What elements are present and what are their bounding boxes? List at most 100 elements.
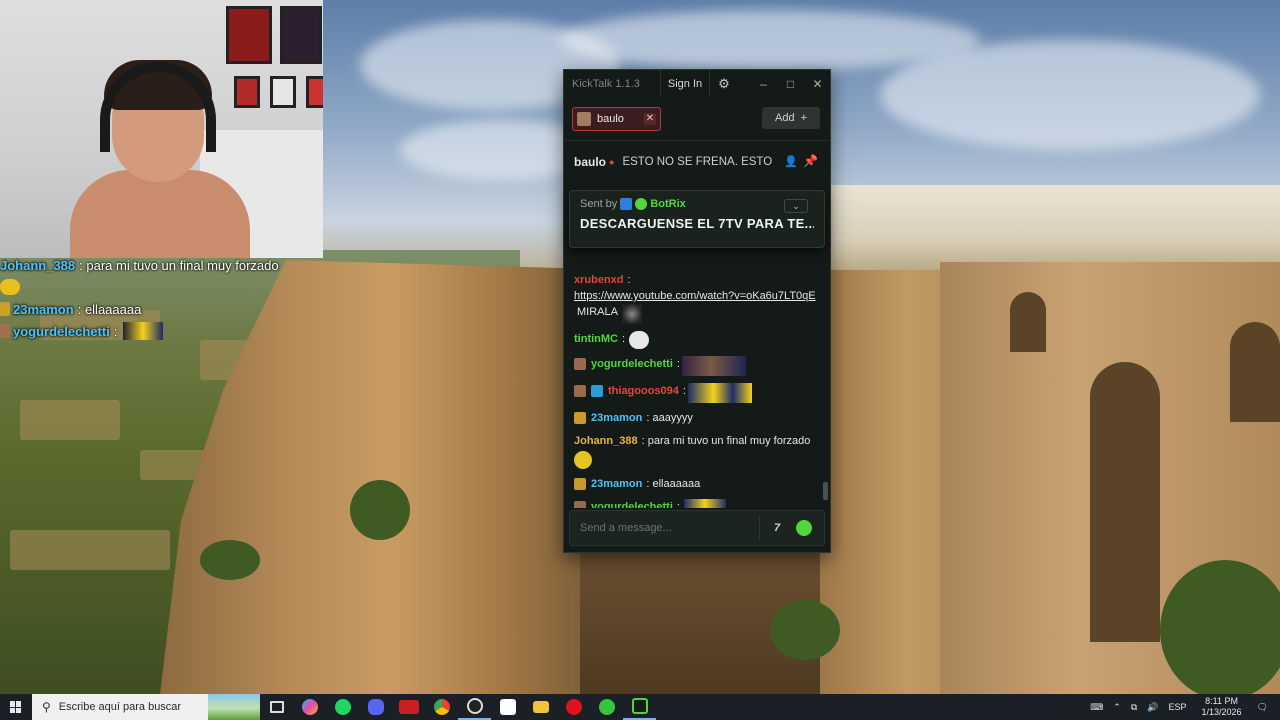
chat-username[interactable]: xrubenxd <box>574 272 624 288</box>
chat-message: 23mamon: aaayyyy <box>564 410 830 426</box>
chat-text: MIRALA <box>577 306 618 318</box>
search-placeholder: Escribe aquí para buscar <box>58 701 182 713</box>
emote-icon <box>687 383 752 403</box>
chat-message: xrubenxd: https://www.youtube.com/watch?… <box>564 272 830 324</box>
voice-app-icon[interactable] <box>392 694 425 720</box>
emote-icon <box>683 499 726 508</box>
chat-username[interactable]: yogurdelechetti <box>591 499 673 508</box>
badge-icon <box>574 478 586 490</box>
chat-username[interactable]: Johann_388 <box>574 433 638 449</box>
emote-icon <box>681 356 746 376</box>
chat-text: para mi tuvo un final muy forzado <box>647 435 811 447</box>
minimize-icon[interactable]: – <box>750 70 777 97</box>
overlay-chat-line: 23mamon: ellaaaaaa <box>0 298 330 320</box>
webcam-feed <box>0 0 323 258</box>
kick-emote-icon[interactable] <box>796 520 812 536</box>
message-input-box: 7 <box>569 510 825 546</box>
chrome-icon[interactable] <box>425 694 458 720</box>
chat-message: Johann_388: para mi tuvo un final muy fo… <box>564 433 830 469</box>
app-icon[interactable] <box>491 694 524 720</box>
sent-by-label: Sent by <box>580 198 618 210</box>
tab-baulo[interactable]: baulo ✕ <box>572 106 661 131</box>
chat-message: thiagooos094: <box>564 383 830 403</box>
emote-icon <box>621 304 642 324</box>
chevron-down-icon[interactable]: ⌄ <box>784 199 808 213</box>
start-button[interactable] <box>0 694 32 720</box>
overlay-chat-line: Johann_388: para mi tuvo un final muy fo… <box>0 257 279 273</box>
chevron-up-icon[interactable]: ⌃ <box>1113 702 1121 713</box>
overlay-chat-line: yogurdelechetti: <box>0 320 330 342</box>
pin-icon[interactable]: 📌 <box>803 154 818 168</box>
overlay-chat-user: 23mamon <box>13 301 74 317</box>
chat-username[interactable]: 23mamon <box>591 476 642 492</box>
streamer-name[interactable]: baulo <box>574 155 606 169</box>
chat-message: yogurdelechetti: <box>564 356 830 376</box>
search-icon: ⚲ <box>42 700 51 714</box>
add-label: Add <box>774 112 795 124</box>
title-bar[interactable]: KickTalk 1.1.3 Sign In ⚙ – □ ✕ <box>564 70 830 97</box>
chat-text: aaayyyy <box>652 412 693 424</box>
chat-username[interactable]: thiagooos094 <box>608 383 679 399</box>
clock-time: 8:11 PM <box>1205 696 1238 706</box>
avatar <box>577 111 591 126</box>
scrollbar[interactable] <box>823 482 828 500</box>
bot-badge-icon <box>620 198 633 210</box>
pinned-message: Sent by BotRix DESCARGUENSE EL 7TV PARA … <box>569 190 825 248</box>
app-title: KickTalk 1.1.3 <box>572 77 640 90</box>
clock[interactable]: 8:11 PM 1/13/2026 <box>1202 696 1242 718</box>
task-view-icon[interactable] <box>260 694 293 720</box>
dog-emote-icon <box>574 451 592 469</box>
pinned-text: DESCARGUENSE EL 7TV PARA TE... <box>580 216 814 231</box>
discord-icon[interactable] <box>359 694 392 720</box>
close-icon[interactable]: ✕ <box>644 112 656 125</box>
taskbar-search[interactable]: ⚲ Escribe aquí para buscar <box>32 694 260 720</box>
chat-message: 23mamon: ellaaaaaa <box>564 476 830 492</box>
overlay-chat-user: yogurdelechetti <box>13 323 110 339</box>
badge-icon <box>0 302 10 316</box>
stream-title: ESTO NO SE FRENA. ESTO... <box>622 156 773 168</box>
chat-username[interactable]: yogurdelechetti <box>591 356 673 372</box>
subscriber-badge-icon <box>574 358 586 370</box>
emote-icon <box>629 331 650 349</box>
badge-icon <box>0 324 10 338</box>
sign-in-button[interactable]: Sign In <box>660 70 710 97</box>
chat-username[interactable]: 23mamon <box>591 410 642 426</box>
folder-icon[interactable] <box>524 694 557 720</box>
chat-link[interactable]: https://www.youtube.com/watch?v=oKa6u7LT… <box>574 288 816 304</box>
overlay-chat-text: para mi tuvo un final muy forzado <box>86 257 279 273</box>
pinned-sender: Sent by BotRix <box>580 198 814 210</box>
user-icon[interactable]: 👤 <box>784 155 798 168</box>
spotify-icon[interactable] <box>326 694 359 720</box>
network-icon[interactable]: ⧉ <box>1131 702 1137 713</box>
chat-username[interactable]: tintinMC <box>574 331 618 347</box>
7tv-emote-icon[interactable]: 7 <box>768 520 786 536</box>
channel-tabs: baulo ✕ Add + <box>564 97 830 141</box>
overlay-chat-line <box>0 276 330 298</box>
copilot-icon[interactable] <box>293 694 326 720</box>
system-tray: ⌨ ⌃ ⧉ 🔊 ESP 8:11 PM 1/13/2026 🗨 <box>1085 694 1280 720</box>
maximize-icon[interactable]: □ <box>777 70 804 97</box>
overlay-chat-text: ellaaaaaa <box>84 301 142 317</box>
add-channel-button[interactable]: Add + <box>762 107 820 129</box>
overlay-chat-user: Johann_388 <box>0 257 76 273</box>
clock-date: 1/13/2026 <box>1201 707 1242 717</box>
gift-badge-icon <box>591 385 603 397</box>
live-dot-icon: ● <box>609 157 615 167</box>
bot-name[interactable]: BotRix <box>650 198 685 210</box>
keyboard-icon[interactable]: ⌨ <box>1090 702 1103 713</box>
opera-icon[interactable] <box>557 694 590 720</box>
chat-message: yogurdelechetti: <box>564 499 830 508</box>
message-input[interactable] <box>570 522 759 534</box>
gear-icon[interactable]: ⚙ <box>712 70 736 97</box>
kick-icon[interactable] <box>623 694 656 720</box>
notification-icon[interactable]: 🗨 <box>1257 702 1268 713</box>
emote-icon <box>123 322 164 340</box>
close-icon[interactable]: ✕ <box>804 70 831 97</box>
chat-text: ellaaaaaa <box>652 478 701 490</box>
xbox-icon[interactable] <box>590 694 623 720</box>
volume-icon[interactable]: 🔊 <box>1147 702 1158 713</box>
dog-emote-icon <box>0 279 20 295</box>
obs-icon[interactable] <box>458 694 491 720</box>
plus-icon: + <box>800 112 807 124</box>
language-indicator[interactable]: ESP <box>1169 702 1187 712</box>
